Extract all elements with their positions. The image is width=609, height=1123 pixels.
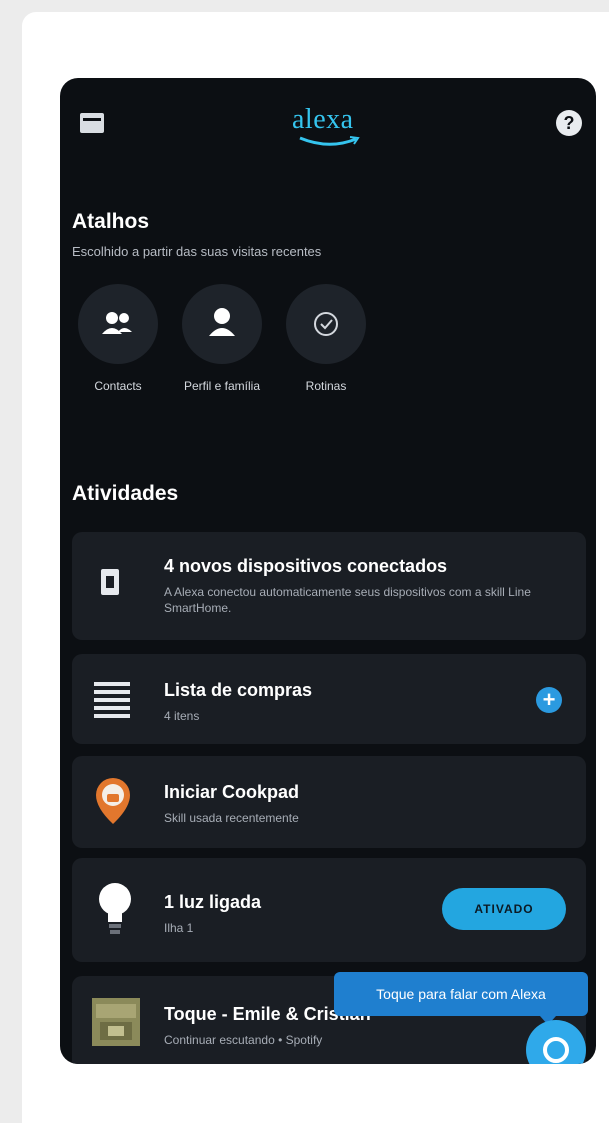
activity-light-card[interactable]: 1 luz ligada Ilha 1 ATIVADO (72, 858, 586, 962)
add-item-button[interactable]: + (536, 687, 562, 713)
shortcut-profile[interactable]: Perfil e família (180, 284, 264, 394)
contacts-icon (78, 284, 158, 364)
activity-shopping-list-card[interactable]: Lista de compras 4 itens + (72, 654, 586, 744)
activity-title: 4 novos dispositivos conectados (164, 556, 448, 576)
activity-subtitle: Continuar escutando • Spotify (164, 1033, 323, 1047)
activity-title: 1 luz ligada (164, 892, 262, 912)
activity-cookpad-card[interactable]: Iniciar Cookpad Skill usada recentemente (72, 756, 586, 848)
activity-title: Iniciar Cookpad (164, 782, 300, 802)
shortcut-label: Perfil e família (183, 379, 261, 393)
alexa-app-screen: alexa ? Atalhos Escolhido a partir das s… (60, 78, 596, 1064)
activity-devices-card[interactable]: 4 novos dispositivos conectados A Alexa … (72, 532, 586, 640)
activity-subtitle: Skill usada recentemente (164, 811, 299, 825)
logo-smile-icon (299, 136, 360, 146)
shortcuts-subtitle: Escolhido a partir das suas visitas rece… (72, 244, 322, 259)
help-icon[interactable]: ? (556, 110, 582, 136)
activated-toggle-button[interactable]: ATIVADO (442, 888, 566, 930)
device-icon (100, 568, 120, 601)
shortcut-contacts[interactable]: Contacts (76, 284, 160, 394)
activities-title: Atividades (72, 482, 179, 505)
lightbulb-icon (98, 882, 132, 943)
talk-to-alexa-tooltip: Toque para falar com Alexa (334, 972, 588, 1016)
shortcut-routines[interactable]: Rotinas (284, 284, 368, 394)
list-icon (94, 680, 130, 725)
logo-text: alexa (292, 104, 354, 135)
alexa-logo: alexa (292, 104, 372, 148)
top-bar: alexa ? (60, 78, 596, 178)
shortcut-label: Rotinas (305, 379, 347, 393)
shortcut-label: Contacts (94, 379, 142, 393)
cookpad-icon (96, 778, 130, 829)
shortcuts-title: Atalhos (72, 210, 150, 233)
routines-icon (286, 284, 366, 364)
menu-icon[interactable] (80, 113, 104, 133)
activity-title: Lista de compras (164, 680, 313, 700)
person-icon (182, 284, 262, 364)
activity-subtitle: 4 itens (164, 709, 200, 723)
activity-subtitle: A Alexa conectou automaticamente seus di… (164, 585, 531, 615)
album-art-icon (92, 998, 140, 1051)
